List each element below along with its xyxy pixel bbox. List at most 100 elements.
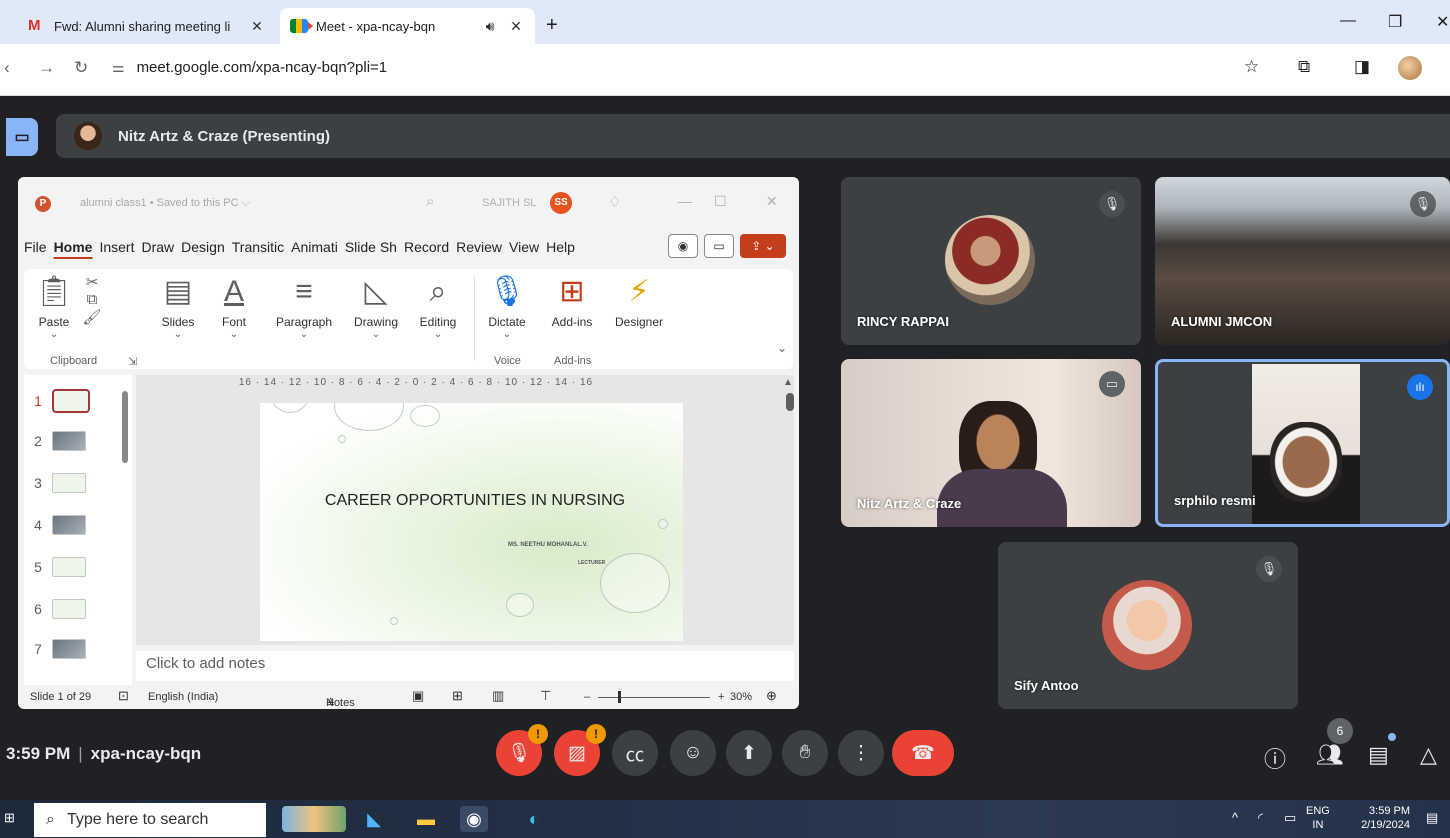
file-explorer-icon[interactable]: ▬ [412, 806, 440, 832]
raise-hand-button[interactable]: ✋︎ [782, 730, 828, 776]
leave-call-button[interactable]: ☎︎ [892, 730, 954, 776]
reload-icon[interactable]: ↻ [74, 58, 88, 78]
ppt-document-title: alumni class1 • Saved to this PC ⌵ [80, 197, 250, 209]
editing-button: ⌕ Editing ⌄ [412, 275, 464, 340]
ppt-ribbon: 📋︎ Paste ⌄ ✂ ⧉ 🖌︎ ▤ Slides ⌄ A Font ⌄ ≡ Pa… [24, 269, 793, 369]
people-icon[interactable]: 👥︎ [1316, 742, 1344, 768]
search-icon: ⌕ [46, 811, 55, 828]
bookmark-star-icon[interactable]: ☆ [1244, 57, 1259, 77]
slide-number: 2 [34, 433, 42, 449]
paragraph-label: Paragraph [275, 315, 333, 329]
side-panel-icon[interactable]: ◨ [1354, 57, 1370, 77]
edge-icon[interactable]: ◐ [520, 806, 548, 832]
back-icon[interactable]: ‹ [4, 58, 10, 78]
url-field[interactable]: ⚌ meet.google.com/xpa-ncay-bqn?pli=1 [112, 59, 387, 76]
zoom-level: 30% [730, 691, 753, 703]
ppt-tab-design: Design [181, 239, 225, 255]
tab-meet[interactable]: Meet - xpa-ncay-bqn 🔊︎ ✕ [280, 8, 535, 44]
mic-off-icon: 🎙︎ [506, 743, 532, 764]
new-tab-button[interactable]: + [546, 14, 558, 37]
slide-role: LECTURER [578, 560, 606, 566]
notes-pane: Click to add notes [136, 651, 794, 681]
clock-time: 3:59 PM [1369, 805, 1410, 817]
extensions-icon[interactable]: ⧉ [1298, 57, 1310, 77]
slide-thumbnail: 1 [24, 389, 124, 413]
slide-thumbnail: 7 [24, 637, 124, 661]
start-icon[interactable]: ⊞ [4, 810, 15, 826]
editing-label: Editing [419, 315, 457, 329]
network-icon[interactable]: ◜ [1258, 810, 1263, 826]
participant-tile-srphilo[interactable]: ılı srphilo resmi [1155, 359, 1450, 527]
water-drop [270, 403, 310, 413]
news-widget-icon[interactable]: ◣ [360, 806, 388, 832]
slide-thumb-image [52, 473, 86, 493]
participant-tile-sify[interactable]: 🎙︎ Sify Antoo [998, 542, 1298, 709]
close-tab-icon[interactable]: ✕ [248, 18, 266, 35]
presenting-label: Nitz Artz & Craze (Presenting) [118, 127, 330, 145]
taskbar-search[interactable]: ⌕ Type here to search [34, 803, 266, 837]
premium-diamond-icon: ♢ [608, 194, 622, 211]
participant-tile-nitz[interactable]: ▭ Nitz Artz & Craze [841, 359, 1141, 527]
addins-grid-icon: ⊞ [559, 275, 585, 308]
notifications-icon[interactable]: ▤ [1426, 810, 1438, 826]
water-drop [338, 435, 346, 443]
normal-view-icon: ▣ [412, 688, 425, 703]
restore-icon[interactable]: ❐ [1388, 12, 1402, 32]
meeting-details-icon[interactable]: ⓘ [1264, 742, 1286, 774]
chat-icon[interactable]: ▤ [1368, 742, 1389, 768]
font-button: A Font ⌄ [210, 275, 258, 340]
addins-label: Add-ins [551, 315, 593, 329]
ppt-tab-review: Review [456, 239, 503, 255]
ppt-maximize-icon: ☐ [714, 193, 727, 209]
language-indicator[interactable]: ENG IN [1306, 804, 1330, 832]
ppt-tab-help: Help [546, 239, 575, 255]
language-label: English (India) [148, 691, 219, 703]
slide-thumb-image [52, 557, 86, 577]
ribbon-divider [474, 277, 475, 361]
meeting-info-separator: | [78, 744, 83, 763]
slide-thumbnail: 6 [24, 597, 124, 621]
addins-button: ⊞ Add-ins [544, 275, 600, 329]
chrome-icon[interactable]: ◉ [460, 806, 488, 832]
tray-overflow-icon[interactable]: ^ [1232, 810, 1238, 825]
ppt-user-name: SAJITH SL [482, 197, 537, 209]
user-avatar: SS [550, 192, 572, 214]
slide-number: 6 [34, 601, 42, 617]
reactions-button[interactable]: ☺ [670, 730, 716, 776]
address-bar: ‹ → ↻ ⚌ meet.google.com/xpa-ncay-bqn?pli=… [0, 44, 1450, 96]
meeting-info: 3:59 PM | xpa-ncay-bqn [6, 744, 201, 764]
water-drop [506, 593, 534, 617]
camera-toggle-button[interactable]: ▨ ! [554, 724, 606, 776]
chat-notification-dot [1388, 733, 1396, 741]
close-tab-icon[interactable]: ✕ [507, 18, 525, 35]
participant-tile-alumni-jmcon[interactable]: 🎙︎ ALUMNI JMCON [1155, 177, 1450, 345]
profile-avatar[interactable] [1398, 56, 1422, 80]
sorter-view-icon: ⊞ [452, 688, 463, 703]
captions-button[interactable]: ㏄ [612, 730, 658, 776]
more-options-button[interactable]: ⋮ [838, 730, 884, 776]
speaker-icon[interactable]: 🔊︎ [481, 18, 499, 35]
activities-icon[interactable]: △ [1420, 742, 1437, 768]
zoom-in-icon: + [718, 691, 725, 703]
record-icon: ◉ [668, 234, 698, 258]
site-settings-icon[interactable]: ⚌ [112, 59, 125, 75]
mic-toggle-button[interactable]: 🎙︎ ! [496, 724, 548, 776]
layout-toggle-button[interactable]: ▭ [6, 118, 38, 156]
ppt-minimize-icon: — [678, 193, 692, 209]
zoom-slider-knob [618, 691, 621, 703]
participant-tile-rincy[interactable]: 🎙︎ RINCY RAPPAI [841, 177, 1141, 345]
muted-mic-icon: 🎙︎ [1256, 556, 1282, 582]
close-window-icon[interactable]: ✕ [1436, 12, 1449, 32]
search-highlight-icon[interactable] [282, 806, 346, 832]
minimize-icon[interactable]: — [1340, 12, 1356, 30]
reading-view-icon: ▥ [492, 688, 505, 703]
clipboard-icon: 📋︎ [34, 275, 74, 308]
slide-thumb-image [52, 639, 86, 659]
hand-icon: ✋︎ [799, 742, 811, 763]
battery-icon[interactable]: ▭ [1284, 810, 1296, 826]
present-button[interactable]: ⬆︎ [726, 730, 772, 776]
tab-gmail[interactable]: M Fwd: Alumni sharing meeting li ✕ [18, 8, 276, 44]
fit-slide-icon: ⊕ [766, 688, 777, 703]
taskbar-clock[interactable]: 3:59 PM 2/19/2024 [1350, 804, 1410, 832]
forward-icon[interactable]: → [38, 58, 55, 78]
